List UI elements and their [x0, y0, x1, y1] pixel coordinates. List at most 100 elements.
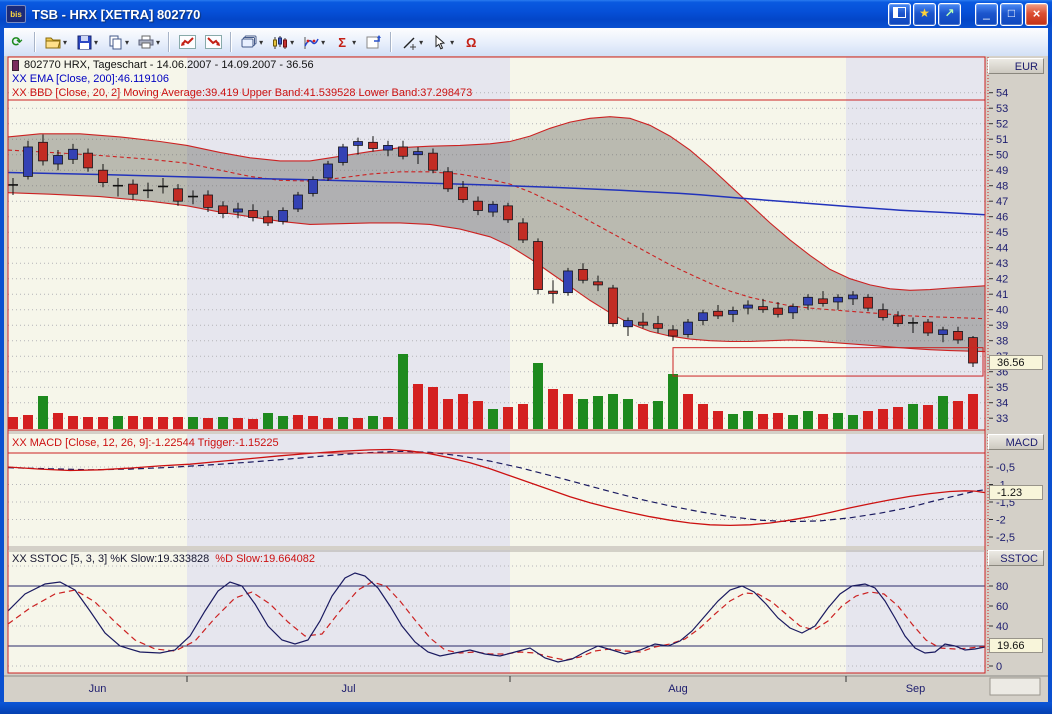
dropdown-icon: ▾: [352, 38, 356, 47]
svg-text:42: 42: [996, 274, 1008, 286]
next-chart-button[interactable]: [201, 29, 225, 55]
toolbar-separator: [34, 32, 36, 52]
dropdown-icon: ▾: [419, 38, 423, 47]
macd-axis-title[interactable]: MACD: [988, 434, 1044, 450]
window-layout-button[interactable]: ▾: [237, 29, 266, 55]
open-button[interactable]: ▾: [41, 29, 70, 55]
svg-text:52: 52: [996, 119, 1008, 131]
refresh-button[interactable]: ⟳: [5, 29, 29, 55]
svg-text:34: 34: [996, 398, 1008, 410]
draw-line-button[interactable]: ▾: [397, 29, 426, 55]
svg-text:44: 44: [996, 243, 1008, 255]
svg-text:54: 54: [996, 88, 1008, 100]
app-logo-icon: bis: [6, 5, 26, 23]
dropdown-icon: ▾: [94, 38, 98, 47]
panel-toggle-button[interactable]: [888, 3, 911, 26]
svg-text:80: 80: [996, 581, 1008, 593]
properties-page-icon: [364, 34, 382, 51]
sstoc-indicator-label[interactable]: XX SSTOC [5, 3, 3] %K Slow:19.333828 %D S…: [12, 553, 315, 565]
panel-icon: [893, 7, 906, 18]
dropdown-icon: ▾: [450, 38, 454, 47]
chart-title-line[interactable]: 802770 HRX, Tageschart - 14.06.2007 - 14…: [12, 59, 314, 71]
sstoc-k-label: XX SSTOC [5, 3, 3] %K Slow:19.333828: [12, 553, 209, 565]
macd-indicator-label[interactable]: XX MACD [Close, 12, 26, 9]:-1.22544 Trig…: [12, 437, 279, 449]
dropdown-icon: ▾: [125, 38, 129, 47]
svg-text:46: 46: [996, 212, 1008, 224]
save-disk-icon: [75, 34, 93, 51]
svg-text:Jun: Jun: [89, 683, 107, 695]
dropdown-icon: ▾: [259, 38, 263, 47]
svg-text:49: 49: [996, 165, 1008, 177]
title-bar[interactable]: bis TSB - HRX [XETRA] 802770 ★ ↗ _ □ ×: [0, 0, 1052, 28]
svg-text:0: 0: [996, 661, 1002, 673]
svg-text:-0,5: -0,5: [996, 462, 1015, 474]
window-title: TSB - HRX [XETRA] 802770: [32, 7, 200, 22]
dropdown-icon: ▾: [63, 38, 67, 47]
chart-area: 5453525150494847464544434241403938373635…: [4, 56, 1048, 702]
minimize-button[interactable]: _: [975, 3, 998, 26]
aggregation-button[interactable]: Σ▾: [330, 29, 359, 55]
svg-text:40: 40: [996, 621, 1008, 633]
toolbar-separator: [390, 32, 392, 52]
svg-text:Jul: Jul: [341, 683, 355, 695]
close-button[interactable]: ×: [1025, 3, 1048, 26]
magnet-icon: Ω: [462, 34, 480, 51]
svg-text:-2,5: -2,5: [996, 532, 1015, 544]
star-icon: ★: [919, 6, 930, 20]
copy-button[interactable]: ▾: [103, 29, 132, 55]
svg-text:40: 40: [996, 305, 1008, 317]
properties-button[interactable]: [361, 29, 385, 55]
svg-text:50: 50: [996, 150, 1008, 162]
svg-text:53: 53: [996, 103, 1008, 115]
svg-text:60: 60: [996, 601, 1008, 613]
ema-indicator-label[interactable]: XX EMA [Close, 200]:46.119106: [12, 73, 169, 85]
dropdown-icon: ▾: [156, 38, 160, 47]
printer-icon: [137, 34, 155, 51]
svg-text:51: 51: [996, 134, 1008, 146]
sstoc-value-tag: 19.66: [989, 638, 1043, 653]
svg-text:45: 45: [996, 227, 1008, 239]
previous-chart-button[interactable]: [175, 29, 199, 55]
svg-text:-2: -2: [996, 515, 1006, 527]
external-link-button[interactable]: ↗: [938, 3, 961, 26]
svg-text:41: 41: [996, 289, 1008, 301]
candle-icon: [12, 60, 19, 71]
layers-icon: [240, 34, 258, 51]
print-button[interactable]: ▾: [134, 29, 163, 55]
toolbar-separator: [168, 32, 170, 52]
favorites-button[interactable]: ★: [913, 3, 936, 26]
sstoc-axis-title[interactable]: SSTOC: [988, 550, 1044, 566]
open-folder-icon: [44, 34, 62, 51]
arrow-up-right-icon: ↗: [944, 6, 954, 20]
svg-text:48: 48: [996, 181, 1008, 193]
maximize-button[interactable]: □: [1000, 3, 1023, 26]
sstoc-d-label: %D Slow:19.664082: [215, 553, 315, 565]
toolbar: ⟳ ▾ ▾ ▾ ▾ ▾ ▾ ▾ Σ▾: [4, 28, 1048, 57]
dropdown-icon: ▾: [290, 38, 294, 47]
toolbar-separator: [230, 32, 232, 52]
refresh-icon: ⟳: [8, 34, 26, 51]
save-button[interactable]: ▾: [72, 29, 101, 55]
window-border-left: [0, 28, 4, 714]
macd-value-tag: -1.23: [989, 485, 1043, 500]
window-border-bottom[interactable]: [0, 702, 1052, 714]
last-price-tag: 36.56: [989, 355, 1043, 370]
chart-type-button[interactable]: ▾: [268, 29, 297, 55]
window-border-right: [1048, 28, 1052, 714]
pointer-button[interactable]: ▾: [428, 29, 457, 55]
line-tool-icon: [400, 34, 418, 51]
cursor-arrow-icon: [431, 34, 449, 51]
chart-title-text: 802770 HRX, Tageschart - 14.06.2007 - 14…: [24, 59, 314, 71]
chart-canvas[interactable]: 5453525150494847464544434241403938373635…: [4, 56, 1048, 702]
svg-text:33: 33: [996, 413, 1008, 425]
svg-text:39: 39: [996, 320, 1008, 332]
sigma-icon: Σ: [333, 34, 351, 51]
bbd-indicator-label[interactable]: XX BBD [Close, 20, 2] Moving Average:39.…: [12, 87, 472, 99]
svg-text:Sep: Sep: [906, 683, 926, 695]
indicators-button[interactable]: ▾: [299, 29, 328, 55]
magnet-button[interactable]: Ω: [459, 29, 483, 55]
price-axis-title[interactable]: EUR: [988, 58, 1044, 74]
svg-text:47: 47: [996, 196, 1008, 208]
chart-arrow-left-icon: [178, 34, 196, 51]
candlestick-chart-icon: [271, 34, 289, 51]
